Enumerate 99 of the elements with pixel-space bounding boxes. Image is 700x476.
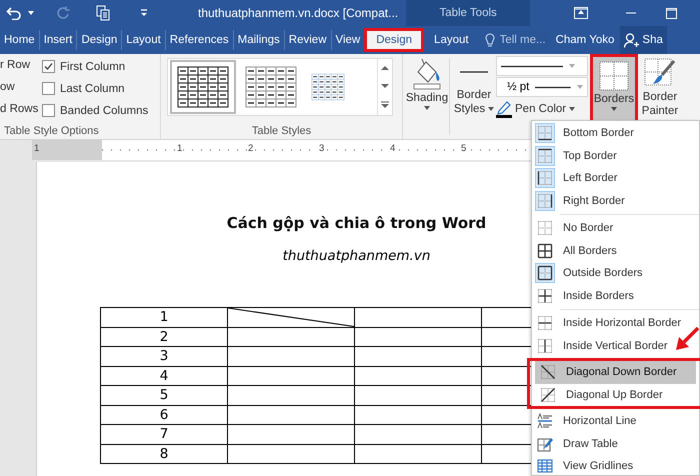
minimize-icon[interactable] [626, 12, 636, 14]
menu-item[interactable]: Inside Horizontal Border [532, 312, 699, 334]
table-cell: 6 [100, 405, 228, 424]
caret-icon [569, 64, 575, 68]
option-label[interactable]: r Row [0, 59, 42, 74]
table-cell: 5 [100, 386, 228, 405]
menu-item[interactable]: Right Border [532, 190, 699, 212]
document-subtitle: thuthuatphanmem.vn [282, 248, 430, 264]
undo-icon[interactable] [6, 6, 22, 20]
caret-icon [569, 107, 576, 111]
inside-vertical-border-icon [537, 338, 553, 354]
menu-item[interactable]: Horizontal Line [532, 410, 699, 432]
document-title: Cách gộp và chia ô trong Word [226, 214, 486, 232]
caret-icon [611, 107, 617, 111]
contextual-tab[interactable]: Layout [424, 26, 479, 54]
outside-borders-icon [537, 265, 553, 282]
menu-item[interactable]: Draw Table [532, 432, 699, 455]
right-border-icon [537, 192, 553, 209]
pencil-table-icon [537, 436, 553, 452]
menu-item[interactable]: Inside Borders [532, 284, 699, 307]
contextual-tab[interactable]: Design [364, 28, 424, 52]
ruler-number: 4 [389, 143, 396, 154]
user-name[interactable]: Cham Yoko [556, 34, 614, 46]
caret-icon [488, 107, 494, 111]
table-cell: 1 [100, 308, 228, 327]
menu-item[interactable]: Bottom Border [532, 122, 699, 144]
left-border-icon [537, 170, 553, 186]
border-brush-icon [644, 58, 676, 88]
ribbon-tab[interactable]: Home [0, 30, 39, 50]
grid-icon [537, 458, 553, 474]
option-label[interactable]: ow [0, 81, 42, 96]
table-cell: 8 [100, 444, 228, 464]
no-border-icon [537, 220, 553, 236]
caret-icon[interactable] [28, 11, 34, 15]
more-styles-icon[interactable] [381, 101, 389, 109]
ruler-number: 1 [33, 143, 40, 154]
table-cell: 4 [100, 366, 228, 386]
option-label[interactable]: d Rows [0, 103, 42, 118]
bottom-border-icon [537, 125, 553, 142]
top-border-icon [537, 148, 553, 164]
menu-item[interactable]: Top Border [532, 144, 699, 167]
context-header: Table Tools [406, 0, 530, 26]
line-icon [460, 70, 488, 74]
border-styles-button[interactable]: Border Styles [452, 54, 496, 139]
person-icon [624, 32, 640, 48]
inside-borders-icon [537, 288, 553, 304]
ruler-number: 2 [247, 143, 254, 154]
table-style-thumbnail[interactable] [170, 60, 236, 114]
share-button[interactable]: Sha [620, 26, 667, 54]
all-borders-icon [537, 242, 553, 259]
ribbon-tab[interactable]: Mailings [232, 30, 284, 50]
group-label: Table Styles [250, 125, 312, 137]
ruler-number: 1 [176, 143, 184, 154]
window-title: thuthuatphanmem.vn.docx [Compat... [198, 6, 398, 20]
option-checkbox[interactable]: First Column [42, 59, 148, 74]
table-cell: 2 [100, 327, 228, 346]
caret-icon [577, 85, 583, 89]
scroll-down-icon[interactable] [381, 83, 389, 89]
option-checkbox[interactable]: Last Column [42, 81, 148, 96]
menu-item[interactable]: Outside Borders [532, 262, 699, 284]
pointer-arrow [675, 327, 699, 351]
group-label: Table Style Options [4, 125, 99, 137]
menu-item[interactable]: Left Border [532, 167, 699, 190]
option-checkbox[interactable]: Banded Columns [42, 103, 148, 118]
borders-icon [599, 61, 629, 91]
table-cell: 7 [100, 424, 228, 444]
ribbon-tab[interactable]: Design [76, 30, 122, 50]
diagonal-up-icon [540, 386, 556, 403]
pen-icon [496, 100, 512, 118]
menu-item[interactable]: View Gridlines [532, 455, 699, 476]
touch-mode-icon[interactable] [96, 5, 110, 21]
table-cell: 3 [100, 346, 228, 366]
line-style-icon [535, 86, 572, 88]
menu-item[interactable]: All Borders [532, 240, 699, 262]
menu-item[interactable]: No Border [532, 217, 699, 240]
pen-color-button[interactable]: Pen Color [496, 98, 588, 120]
lightbulb-icon [484, 32, 495, 48]
customize-toolbar-icon[interactable] [140, 9, 148, 17]
ribbon-tab[interactable]: References [164, 30, 233, 50]
diagonal-down-icon [540, 364, 556, 380]
ribbon-display-icon[interactable] [574, 7, 588, 19]
menu-item[interactable]: Inside Vertical Border [532, 334, 699, 357]
ribbon-tab[interactable]: Review [284, 30, 331, 50]
caret-icon [424, 106, 430, 110]
horizontal-line-icon [537, 413, 553, 430]
ribbon-tab[interactable]: Layout [121, 30, 165, 50]
line-style-icon [501, 64, 563, 68]
menu-item[interactable]: Diagonal Up Border [535, 384, 696, 406]
line-style-dropdown[interactable] [496, 56, 588, 76]
ruler-number: 3 [318, 143, 326, 154]
inside-horizontal-border-icon [537, 315, 553, 332]
menu-item[interactable]: Diagonal Down Border [535, 361, 696, 384]
ribbon-tab[interactable]: Insert [38, 30, 76, 50]
maximize-icon[interactable] [666, 8, 678, 18]
line-weight-dropdown[interactable]: ½ pt [496, 77, 588, 97]
ruler-number: 5 [460, 143, 468, 154]
tell-me-field[interactable]: Tell me... [498, 30, 550, 50]
scroll-up-icon[interactable] [381, 65, 389, 71]
shading-button[interactable]: Shading [405, 54, 449, 139]
